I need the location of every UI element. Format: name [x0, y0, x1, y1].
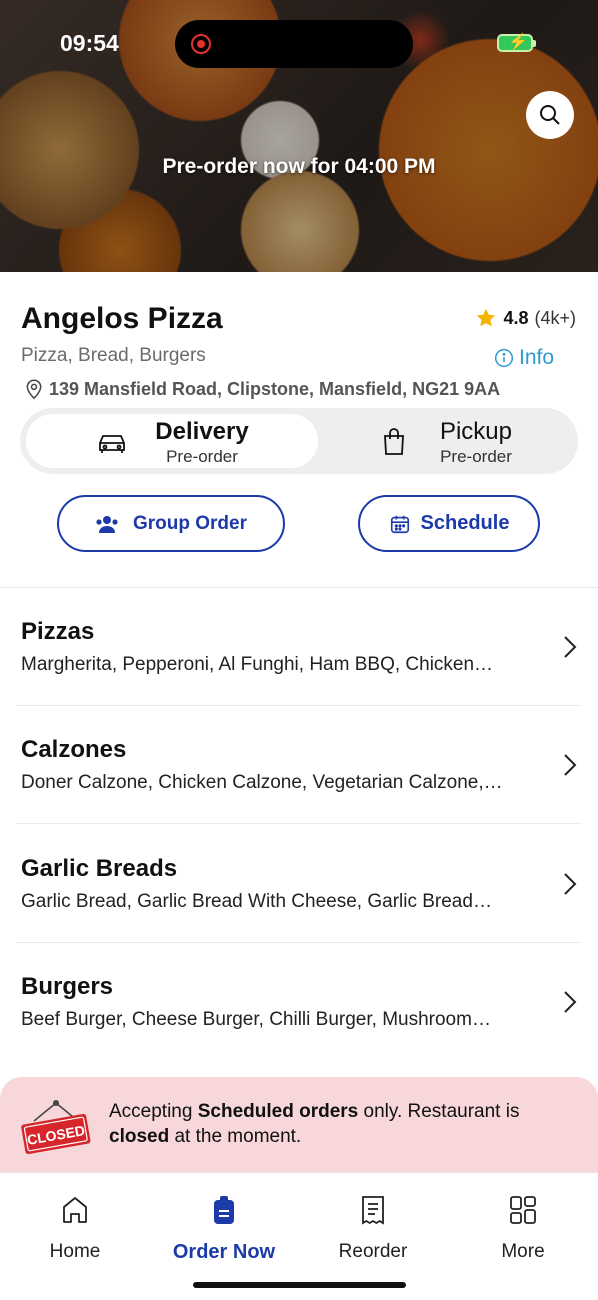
order-bag-icon: [214, 1196, 234, 1224]
delivery-sub: Pre-order: [166, 447, 238, 466]
calendar-icon: [390, 515, 409, 533]
preorder-banner: Pre-order now for 04:00 PM: [162, 155, 436, 178]
address-text: 139 Mansfield Road, Clipstone, Mansfield…: [49, 378, 501, 399]
notice-bold-2: closed: [109, 1126, 170, 1147]
group-order-button[interactable]: Group Order: [57, 495, 285, 552]
address: 139 Mansfield Road, Clipstone, Mansfield…: [24, 378, 500, 400]
notice-text-2: only. Restaurant is: [358, 1101, 520, 1122]
info-link[interactable]: Info: [494, 346, 554, 370]
category-items: Garlic Bread, Garlic Bread With Cheese, …: [21, 891, 492, 912]
search-icon: [540, 105, 560, 125]
status-time: 09:54: [60, 30, 119, 56]
receipt-icon: [362, 1196, 384, 1225]
category-pizzas[interactable]: Pizzas Margherita, Pepperoni, Al Funghi,…: [0, 588, 598, 706]
tab-more-label: More: [501, 1241, 545, 1262]
schedule-button[interactable]: Schedule: [358, 495, 540, 552]
search-button[interactable]: [526, 91, 574, 139]
chevron-right-icon: [564, 873, 577, 895]
order-mode-toggle: Delivery Pre-order Pickup Pre-order: [20, 408, 578, 474]
tab-reorder[interactable]: Reorder: [318, 1191, 428, 1263]
delivery-option[interactable]: Delivery Pre-order: [26, 414, 318, 468]
category-title: Calzones: [21, 736, 127, 763]
shopping-bag-icon: [384, 428, 404, 455]
grid-icon: [510, 1196, 536, 1224]
chevron-right-icon: [564, 636, 577, 658]
battery-icon: ⚡: [497, 34, 536, 52]
category-garlic-breads[interactable]: Garlic Breads Garlic Bread, Garlic Bread…: [0, 825, 598, 943]
hero-image: 09:54 ⚡ Pre-order now for 04:00 PM: [0, 0, 598, 272]
pickup-sub: Pre-order: [440, 447, 512, 466]
info-label: Info: [519, 346, 555, 369]
pickup-option[interactable]: Pickup Pre-order: [320, 414, 572, 468]
chevron-right-icon: [564, 754, 577, 776]
bottom-nav: Home Order Now Reorder More: [0, 1172, 598, 1300]
notice-text-1: Accepting: [109, 1101, 198, 1122]
group-order-label: Group Order: [132, 512, 247, 534]
category-title: Burgers: [21, 973, 114, 1000]
delivery-label: Delivery: [155, 418, 249, 445]
tab-home[interactable]: Home: [20, 1191, 130, 1263]
category-calzones[interactable]: Calzones Doner Calzone, Chicken Calzone,…: [0, 706, 598, 824]
tab-order-now[interactable]: Order Now: [169, 1191, 279, 1264]
tab-more[interactable]: More: [468, 1191, 578, 1263]
closed-sign-icon: CLOSED: [21, 1100, 91, 1155]
schedule-label: Schedule: [420, 512, 510, 534]
star-icon: [477, 308, 496, 327]
closed-notice: CLOSED Accepting Scheduled orders only. …: [0, 1077, 598, 1177]
rating-count: (4k+): [534, 307, 576, 328]
category-title: Garlic Breads: [21, 855, 178, 882]
rating-value: 4.8: [503, 307, 529, 328]
restaurant-name: Angelos Pizza: [21, 302, 223, 335]
row-separator: [16, 823, 582, 824]
category-items: Doner Calzone, Chicken Calzone, Vegetari…: [21, 772, 503, 793]
tab-home-label: Home: [49, 1241, 101, 1262]
home-indicator: [193, 1282, 406, 1288]
notice-text-3: at the moment.: [169, 1126, 302, 1147]
cuisine-list: Pizza, Bread, Burgers: [21, 345, 206, 366]
notice-bold-1: Scheduled orders: [197, 1101, 359, 1122]
category-title: Pizzas: [21, 618, 95, 645]
recording-indicator-icon: [191, 34, 211, 54]
rating: 4.8 (4k+): [475, 307, 576, 329]
chevron-right-icon: [564, 991, 577, 1013]
car-icon: [99, 435, 125, 453]
tab-order-now-label: Order Now: [172, 1241, 276, 1263]
info-icon: [494, 348, 514, 368]
closed-message: Accepting Scheduled orders only. Restaur…: [109, 1099, 569, 1149]
pickup-label: Pickup: [439, 418, 513, 445]
dynamic-island: [175, 20, 413, 68]
category-items: Margherita, Pepperoni, Al Funghi, Ham BB…: [21, 654, 494, 675]
category-burgers[interactable]: Burgers Beef Burger, Cheese Burger, Chil…: [0, 943, 598, 1061]
tab-reorder-label: Reorder: [338, 1241, 408, 1262]
group-icon: [96, 515, 118, 533]
home-icon: [63, 1197, 87, 1223]
location-pin-icon: [26, 379, 42, 400]
category-items: Beef Burger, Cheese Burger, Chilli Burge…: [21, 1009, 491, 1030]
